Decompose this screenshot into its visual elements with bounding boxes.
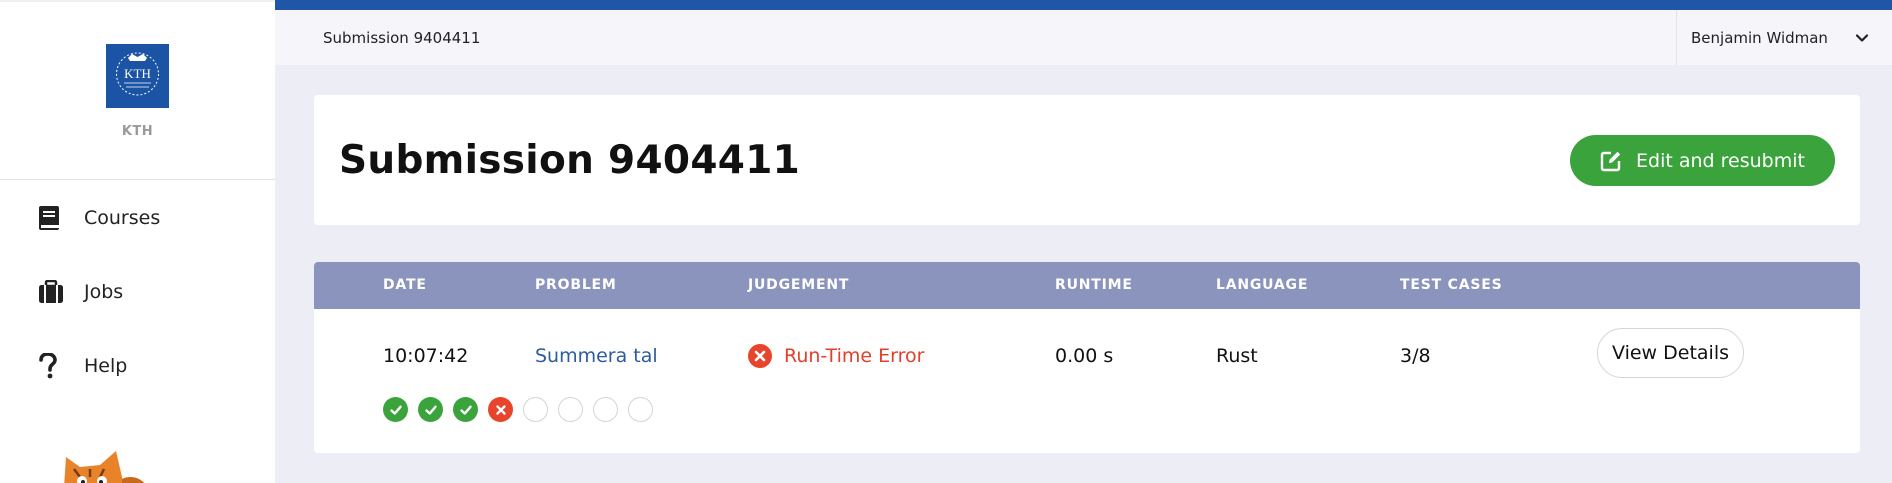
test-case-4-failed[interactable] bbox=[488, 397, 513, 422]
question-icon bbox=[38, 351, 68, 381]
briefcase-icon bbox=[38, 277, 68, 307]
test-case-6-not-run[interactable] bbox=[558, 397, 583, 422]
close-icon bbox=[495, 404, 506, 415]
sidebar-item-jobs[interactable]: Jobs bbox=[38, 272, 123, 312]
accent-strip bbox=[275, 0, 1892, 10]
submission-date: 10:07:42 bbox=[383, 345, 469, 367]
submission-header-card: Submission 9404411 Edit and resubmit bbox=[314, 95, 1860, 225]
column-header-judgement: JUDGEMENT bbox=[748, 277, 850, 293]
topbar: Submission 9404411 Benjamin Widman bbox=[275, 10, 1892, 65]
column-header-problem: PROBLEM bbox=[535, 277, 617, 293]
column-header-runtime: RUNTIME bbox=[1055, 277, 1133, 293]
runtime-value: 0.00 s bbox=[1055, 345, 1114, 367]
logo-mark-text: KTH bbox=[124, 66, 151, 81]
sidebar-item-label: Jobs bbox=[84, 281, 124, 303]
check-icon bbox=[424, 405, 437, 415]
user-name: Benjamin Widman bbox=[1691, 28, 1828, 47]
column-header-test-cases: TEST CASES bbox=[1400, 277, 1503, 293]
book-icon bbox=[38, 203, 68, 233]
submission-table: DATE PROBLEM JUDGEMENT RUNTIME LANGUAGE … bbox=[314, 262, 1860, 453]
page-title: Submission 9404411 bbox=[339, 137, 801, 183]
chevron-down-icon bbox=[1854, 30, 1870, 46]
edit-and-resubmit-label: Edit and resubmit bbox=[1636, 149, 1805, 172]
sidebar: KTH KTH Courses Jobs Help bbox=[0, 0, 275, 483]
test-case-2-passed[interactable] bbox=[418, 397, 443, 422]
check-icon bbox=[459, 405, 472, 415]
breadcrumb: Submission 9404411 bbox=[323, 28, 481, 47]
test-cases-value: 3/8 bbox=[1400, 345, 1431, 367]
test-case-3-passed[interactable] bbox=[453, 397, 478, 422]
judgement-label: Run-Time Error bbox=[784, 345, 925, 367]
language-value: Rust bbox=[1216, 345, 1258, 367]
logo-label: KTH bbox=[121, 124, 154, 139]
edit-icon bbox=[1600, 150, 1622, 172]
column-header-date: DATE bbox=[383, 277, 427, 293]
sidebar-item-label: Courses bbox=[84, 207, 161, 229]
edit-and-resubmit-button[interactable]: Edit and resubmit bbox=[1570, 135, 1835, 186]
sidebar-item-help[interactable]: Help bbox=[38, 346, 127, 386]
test-case-results bbox=[383, 397, 663, 422]
column-header-language: LANGUAGE bbox=[1216, 277, 1309, 293]
test-case-7-not-run[interactable] bbox=[593, 397, 618, 422]
check-icon bbox=[389, 405, 402, 415]
cat-mascot-icon bbox=[60, 447, 150, 483]
sidebar-item-courses[interactable]: Courses bbox=[38, 198, 160, 238]
judgement-status: Run-Time Error bbox=[748, 344, 924, 368]
user-menu[interactable]: Benjamin Widman bbox=[1676, 10, 1892, 65]
view-details-button[interactable]: View Details bbox=[1597, 328, 1744, 378]
test-case-5-not-run[interactable] bbox=[523, 397, 548, 422]
error-circle-icon bbox=[748, 344, 772, 368]
logo-area: KTH KTH bbox=[0, 2, 275, 180]
test-case-1-passed[interactable] bbox=[383, 397, 408, 422]
problem-link[interactable]: Summera tal bbox=[535, 344, 658, 368]
test-case-8-not-run[interactable] bbox=[628, 397, 653, 422]
sidebar-item-label: Help bbox=[84, 355, 128, 377]
table-header: DATE PROBLEM JUDGEMENT RUNTIME LANGUAGE … bbox=[314, 262, 1860, 309]
kth-logo[interactable]: KTH bbox=[106, 44, 169, 108]
